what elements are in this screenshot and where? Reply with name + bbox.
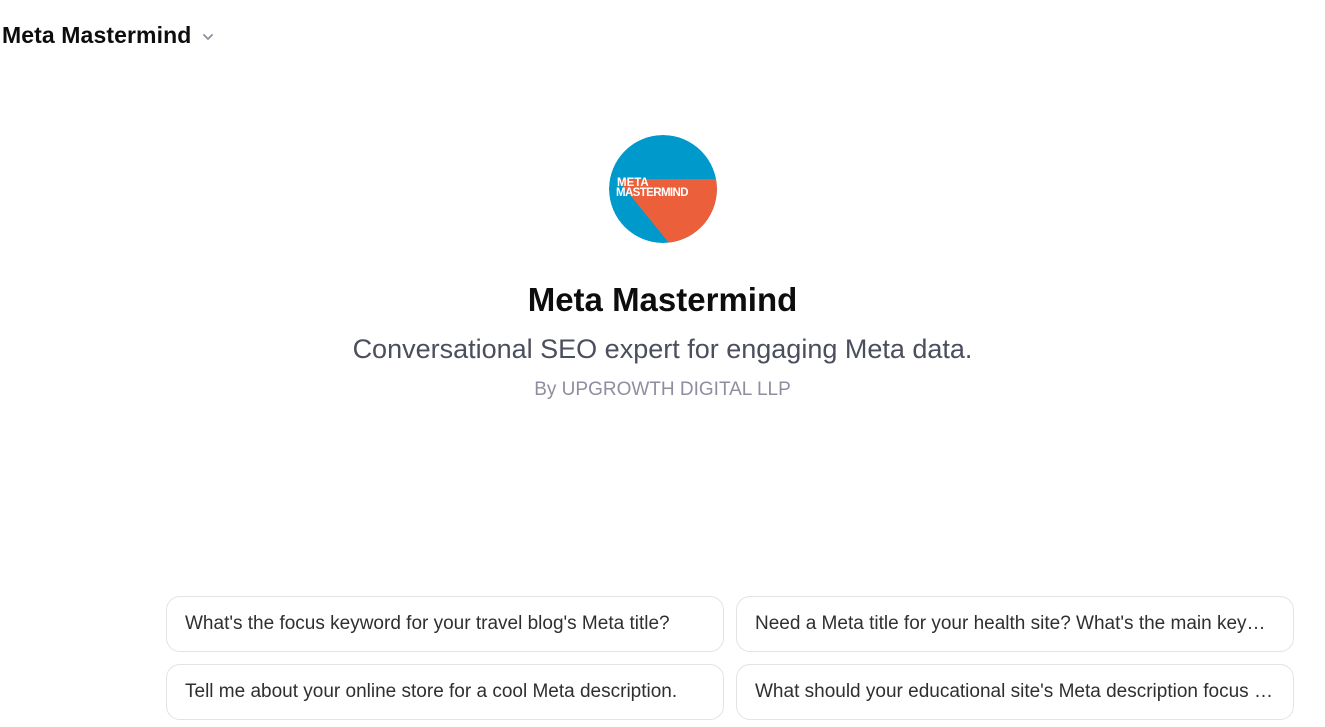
starter-text: What's the focus keyword for your travel… <box>185 613 670 634</box>
starter-button[interactable]: What should your educational site's Meta… <box>736 664 1294 720</box>
starter-text: What should your educational site's Meta… <box>755 681 1275 702</box>
starter-text: Need a Meta title for your health site? … <box>755 613 1275 634</box>
gpt-author: By UPGROWTH DIGITAL LLP <box>534 379 791 400</box>
gpt-selector[interactable]: Meta Mastermind <box>2 22 215 49</box>
header-title: Meta Mastermind <box>2 22 192 48</box>
starter-button[interactable]: What's the focus keyword for your travel… <box>166 596 724 652</box>
starter-button[interactable]: Need a Meta title for your health site? … <box>736 596 1294 652</box>
gpt-name: Meta Mastermind <box>527 281 798 318</box>
conversation-starters: What's the focus keyword for your travel… <box>166 596 1294 720</box>
starter-button[interactable]: Tell me about your online store for a co… <box>166 664 724 720</box>
gpt-logo: META MASTERMIND <box>608 135 717 243</box>
starter-text: Tell me about your online store for a co… <box>185 681 678 702</box>
chevron-down-icon <box>203 33 214 40</box>
svg-text:MASTERMIND: MASTERMIND <box>616 187 688 199</box>
gpt-intro: META MASTERMIND Meta Mastermind Conversa… <box>0 135 1325 403</box>
gpt-description: Conversational SEO expert for engaging M… <box>352 334 973 364</box>
